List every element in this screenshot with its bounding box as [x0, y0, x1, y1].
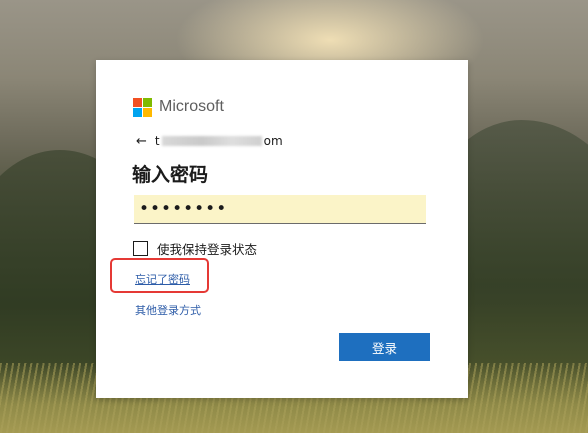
logo-square — [143, 97, 152, 107]
microsoft-logo-icon — [133, 97, 152, 117]
identity-banner: ← t om — [136, 132, 283, 150]
signin-button[interactable]: 登录 — [339, 333, 430, 361]
brand-name: Microsoft — [159, 98, 224, 115]
email-redacted — [161, 136, 262, 146]
other-signin-options-link[interactable]: 其他登录方式 — [135, 302, 201, 318]
password-input[interactable] — [134, 195, 426, 224]
arrow-left-icon[interactable]: ← — [136, 134, 147, 149]
keep-signed-in-label: 使我保持登录状态 — [157, 241, 258, 257]
checkbox-box[interactable] — [133, 240, 148, 256]
logo-square — [143, 107, 152, 117]
logo-square — [133, 97, 142, 107]
background-landscape: Microsoft ← t om 输入密码 使我保持登录状态 忘记了密码 其他登… — [0, 0, 588, 433]
page-title: 输入密码 — [132, 164, 209, 186]
brand-header: Microsoft — [133, 96, 224, 118]
forgot-password-link[interactable]: 忘记了密码 — [135, 271, 190, 287]
email-prefix: t — [154, 134, 160, 148]
signin-card: Microsoft ← t om 输入密码 使我保持登录状态 忘记了密码 其他登… — [96, 60, 468, 398]
logo-square — [133, 107, 142, 117]
email-suffix: om — [263, 134, 283, 148]
keep-signed-in-checkbox[interactable]: 使我保持登录状态 — [133, 239, 257, 257]
